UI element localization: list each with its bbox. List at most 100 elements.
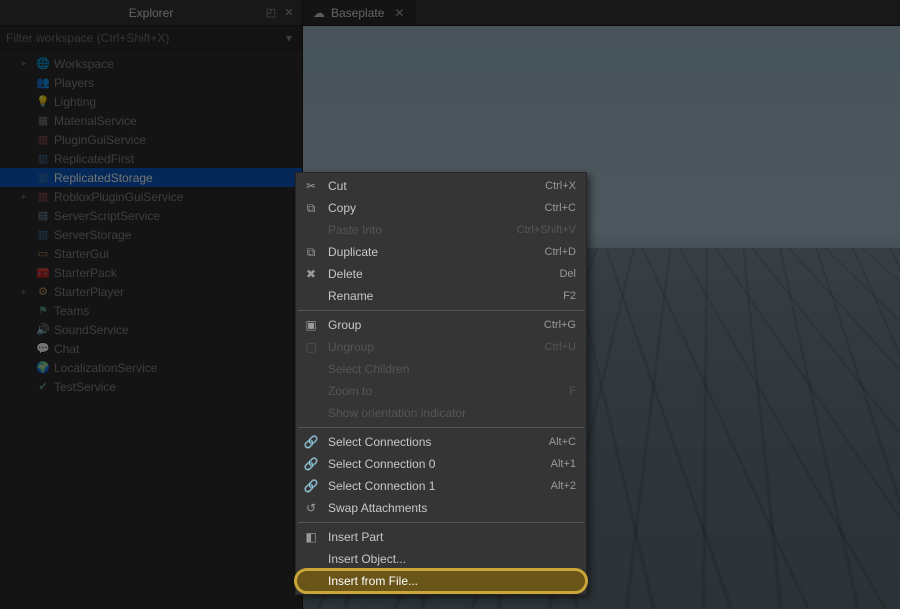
menu-item[interactable]: 🔗Select Connection 1Alt+2: [296, 475, 586, 497]
node-label: ReplicatedFirst: [54, 152, 134, 166]
menu-item-shortcut: Del: [559, 268, 576, 280]
node-label: SoundService: [54, 323, 129, 337]
menu-item-icon: [302, 288, 320, 304]
tree-item[interactable]: ▸▥RobloxPluginGuiService: [0, 187, 302, 206]
menu-item[interactable]: 🔗Select Connection 0Alt+1: [296, 453, 586, 475]
filter-dropdown-icon[interactable]: ▾: [282, 31, 296, 45]
panel-undock-icon[interactable]: ◰: [264, 6, 278, 19]
menu-item-label: Swap Attachments: [328, 501, 568, 515]
node-icon: 👥: [36, 76, 50, 90]
node-label: Teams: [54, 304, 89, 318]
menu-item: Zoom toF: [296, 380, 586, 402]
menu-item-shortcut: Ctrl+Shift+V: [517, 224, 576, 236]
node-label: Chat: [54, 342, 79, 356]
menu-item-icon: [302, 551, 320, 567]
menu-item-icon: ◧: [302, 529, 320, 545]
node-label: Lighting: [54, 95, 96, 109]
menu-item-shortcut: Ctrl+U: [545, 341, 576, 353]
menu-item-icon: ⧉: [302, 244, 320, 260]
tree-item[interactable]: 🧰StarterPack: [0, 263, 302, 282]
tree-item[interactable]: ▦MaterialService: [0, 111, 302, 130]
tree-item[interactable]: 👥 Players: [0, 73, 302, 92]
menu-item-icon: ▣: [302, 317, 320, 333]
menu-item[interactable]: ✂CutCtrl+X: [296, 175, 586, 197]
node-label: Players: [54, 76, 94, 90]
tab-close-icon[interactable]: ✕: [394, 6, 404, 20]
tree-item[interactable]: ▭ StarterGui: [0, 244, 302, 263]
tree-item[interactable]: ⚑Teams: [0, 301, 302, 320]
menu-item[interactable]: Insert Object...: [296, 548, 586, 570]
menu-item-shortcut: Ctrl+D: [545, 246, 576, 258]
tree-item[interactable]: 💬 Chat: [0, 339, 302, 358]
expand-icon[interactable]: ▸: [22, 286, 32, 297]
tree-item[interactable]: ▥ ReplicatedFirst: [0, 149, 302, 168]
tab-label: Baseplate: [331, 6, 384, 20]
filter-input[interactable]: [6, 31, 282, 45]
node-icon: 💬: [36, 342, 50, 356]
cloud-icon: ☁: [313, 6, 325, 20]
menu-item[interactable]: ▣GroupCtrl+G: [296, 314, 586, 336]
menu-item-icon: [302, 405, 320, 421]
menu-separator: [298, 427, 584, 428]
menu-item-icon: 🔗: [302, 456, 320, 472]
node-icon: ▥: [36, 133, 50, 147]
menu-item-shortcut: Alt+1: [551, 458, 576, 470]
tree-item[interactable]: 🌍 LocalizationService: [0, 358, 302, 377]
menu-item[interactable]: ↺Swap Attachments: [296, 497, 586, 519]
tree-item[interactable]: 💡 Lighting: [0, 92, 302, 111]
tree-item[interactable]: 🔊SoundService: [0, 320, 302, 339]
menu-item-shortcut: Ctrl+G: [544, 319, 576, 331]
filter-row: ▾: [0, 26, 302, 50]
menu-item-shortcut: F: [569, 385, 576, 397]
tree-item[interactable]: ▥ServerStorage: [0, 225, 302, 244]
menu-item-label: Insert from File...: [328, 574, 568, 588]
menu-item-icon: ✂: [302, 178, 320, 194]
expand-icon[interactable]: ▸: [22, 58, 32, 69]
node-label: Workspace: [54, 57, 114, 71]
menu-item-label: Insert Object...: [328, 552, 568, 566]
tree-item[interactable]: ▤ServerScriptService: [0, 206, 302, 225]
tree-item[interactable]: ✔TestService: [0, 377, 302, 396]
menu-item[interactable]: ⧉CopyCtrl+C: [296, 197, 586, 219]
menu-item-shortcut: F2: [563, 290, 576, 302]
node-icon: ▥: [36, 152, 50, 166]
node-label: LocalizationService: [54, 361, 157, 375]
menu-item: Show orientation indicator: [296, 402, 586, 424]
panel-close-icon[interactable]: ✕: [282, 6, 296, 19]
expand-icon[interactable]: ▸: [22, 191, 32, 202]
menu-item-label: Copy: [328, 201, 537, 215]
menu-item[interactable]: 🔗Select ConnectionsAlt+C: [296, 431, 586, 453]
node-label: MaterialService: [54, 114, 137, 128]
menu-item-icon: [302, 222, 320, 238]
node-icon: 💡: [36, 95, 50, 109]
menu-item-label: Ungroup: [328, 340, 537, 354]
node-icon: ⚙: [36, 285, 50, 299]
tree-item[interactable]: ▥PluginGuiService: [0, 130, 302, 149]
node-icon: 🌐: [36, 57, 50, 71]
menu-item-icon: [302, 361, 320, 377]
tab-baseplate[interactable]: ☁ Baseplate ✕: [303, 0, 415, 25]
node-icon: ✔: [36, 380, 50, 394]
node-icon: 🌍: [36, 361, 50, 375]
explorer-title: Explorer: [129, 6, 174, 20]
node-icon: ▭: [36, 247, 50, 261]
menu-item: ▢UngroupCtrl+U: [296, 336, 586, 358]
tree-item[interactable]: ▥ReplicatedStorage: [0, 168, 302, 187]
menu-item[interactable]: RenameF2: [296, 285, 586, 307]
menu-item: Select Children: [296, 358, 586, 380]
tree-item[interactable]: ▸ ⚙ StarterPlayer: [0, 282, 302, 301]
menu-separator: [298, 310, 584, 311]
node-label: StarterPlayer: [54, 285, 124, 299]
menu-item[interactable]: ⧉DuplicateCtrl+D: [296, 241, 586, 263]
node-label: StarterPack: [54, 266, 117, 280]
menu-separator: [298, 522, 584, 523]
menu-item-label: Select Connection 1: [328, 479, 543, 493]
menu-item-shortcut: Alt+2: [551, 480, 576, 492]
menu-item[interactable]: ✖DeleteDel: [296, 263, 586, 285]
tree-item[interactable]: ▸ 🌐 Workspace: [0, 54, 302, 73]
menu-item[interactable]: Insert from File...: [296, 570, 586, 592]
explorer-header: Explorer ◰ ✕: [0, 0, 302, 26]
menu-item[interactable]: ◧Insert Part: [296, 526, 586, 548]
node-label: StarterGui: [54, 247, 109, 261]
menu-item-icon: [302, 383, 320, 399]
